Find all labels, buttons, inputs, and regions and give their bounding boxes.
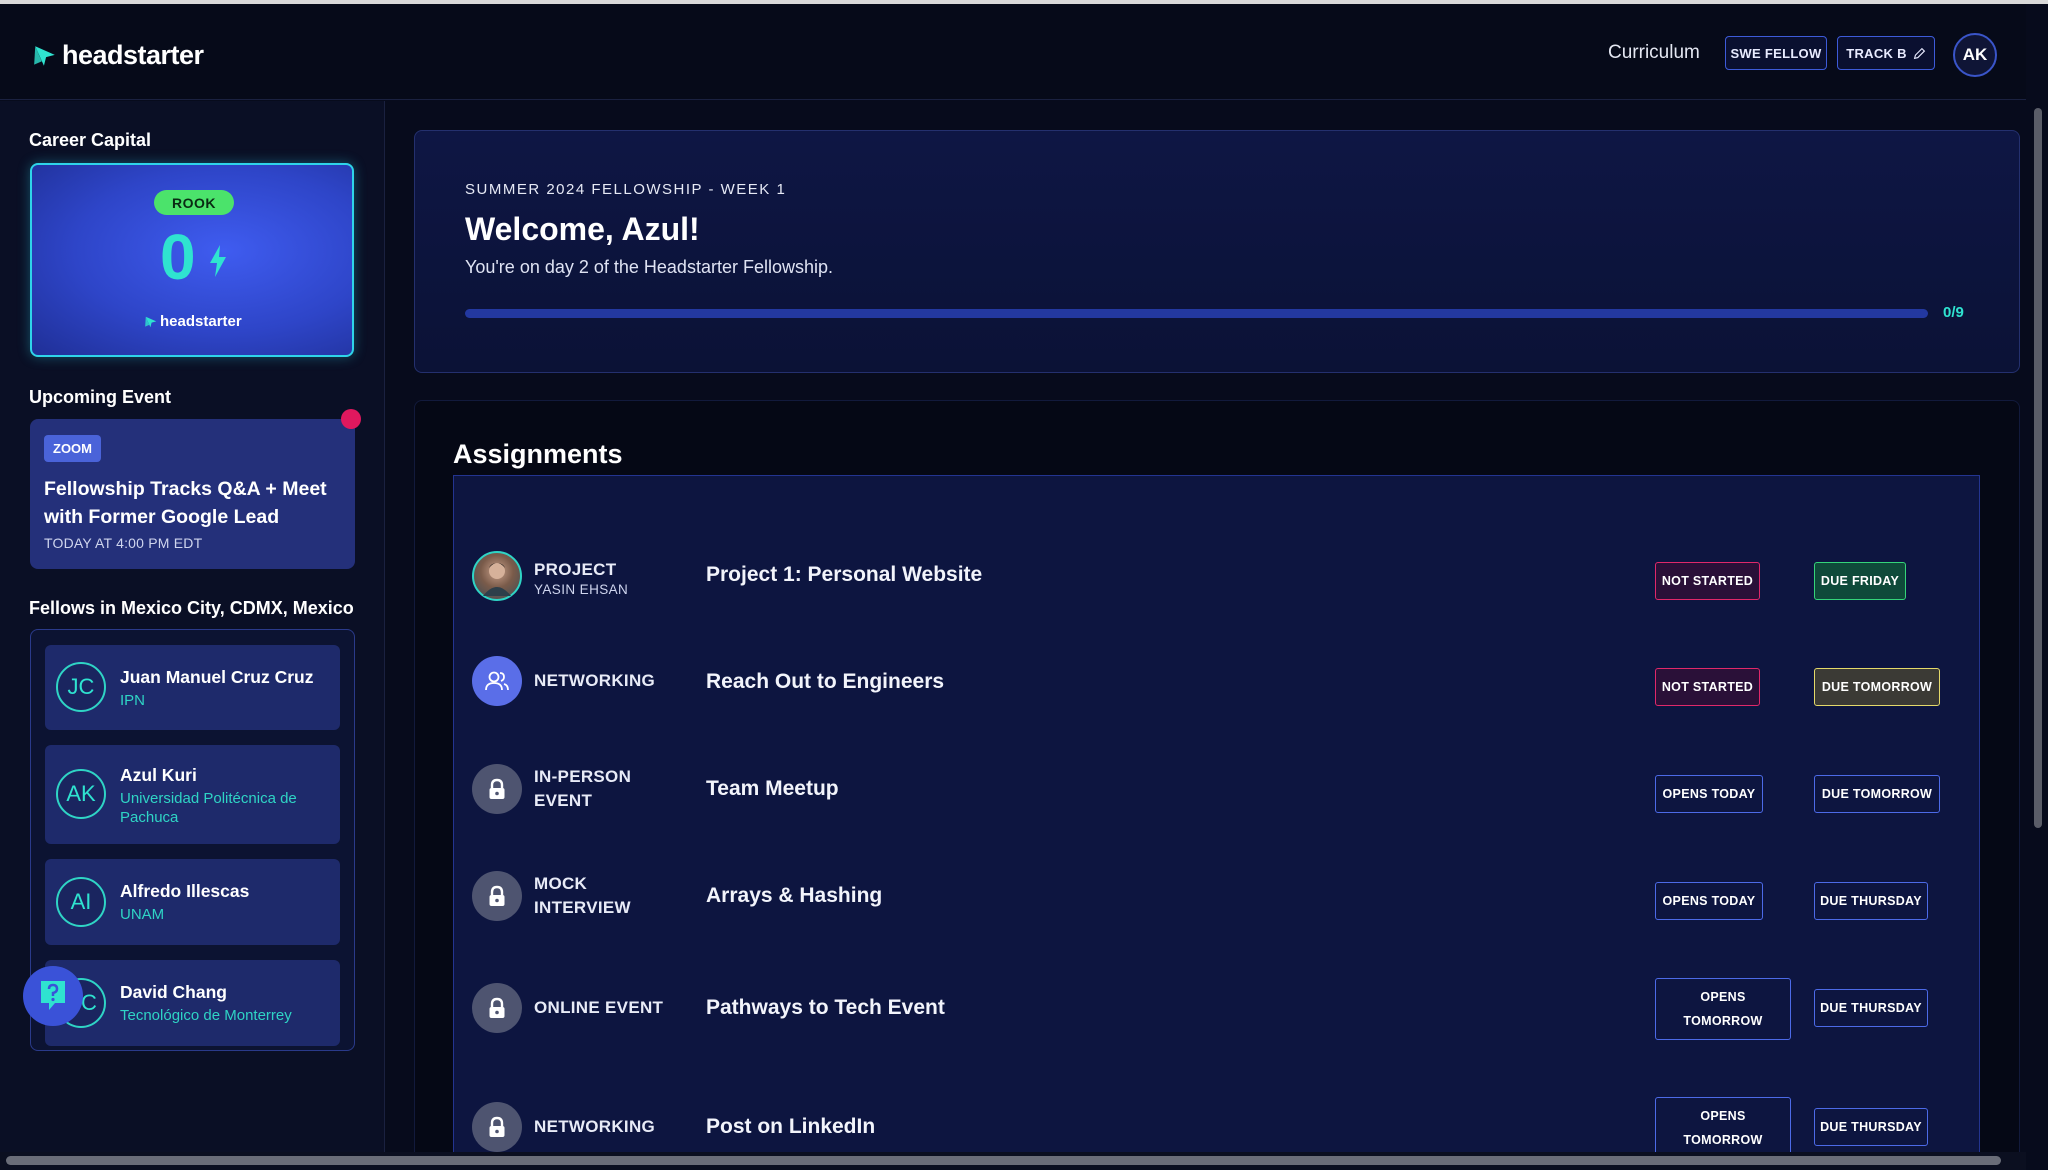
locked-avatar (472, 871, 522, 921)
progress-bar (465, 309, 1928, 318)
logo-text: headstarter (62, 40, 204, 70)
status-badge: OPENS TODAY (1655, 882, 1763, 920)
event-time: TODAY AT 4:00 PM EDT (44, 535, 203, 551)
progress-label: 0/9 (1943, 304, 1964, 321)
star-logo-icon (34, 45, 55, 66)
card-brand-logo: headstarter (144, 313, 242, 330)
networking-avatar (472, 656, 522, 706)
due-badge: DUE THURSDAY (1814, 882, 1928, 920)
vertical-scrollbar[interactable] (2034, 108, 2042, 828)
people-icon (485, 671, 509, 691)
assignment-row[interactable]: PROJECT YASIN EHSAN Project 1: Personal … (454, 524, 1981, 624)
track-button[interactable]: TRACK B (1837, 36, 1935, 70)
top-header: headstarter Curriculum SWE FELLOW TRACK … (0, 4, 2026, 100)
assignment-row[interactable]: MOCK INTERVIEW Arrays & Hashing OPENS TO… (454, 844, 1981, 944)
lock-icon (489, 997, 505, 1018)
status-badge: OPENS TOMORROW (1655, 1097, 1791, 1159)
due-badge: DUE TOMORROW (1814, 668, 1940, 706)
assignments-heading: Assignments (453, 439, 623, 469)
fellow-avatar: AK (56, 769, 106, 819)
fellows-heading: Fellows in Mexico City, CDMX, Mexico (29, 598, 354, 618)
card-brand-text: headstarter (160, 313, 242, 330)
user-avatar[interactable]: AK (1953, 33, 1997, 77)
lock-icon (489, 778, 505, 799)
fellow-avatar: AI (56, 877, 106, 927)
due-badge: DUE THURSDAY (1814, 989, 1928, 1027)
status-badge: OPENS TOMORROW (1655, 978, 1791, 1040)
fellow-school: IPN (120, 692, 146, 709)
fellow-school: Universidad Politécnica de Pachuca (120, 790, 297, 826)
assignments-card: Assignments PROJECT YASIN EHSAN Project … (414, 400, 2020, 1170)
assignment-row[interactable]: IN-PERSON EVENT Team Meetup OPENS TODAY … (454, 737, 1981, 837)
locked-avatar (472, 983, 522, 1033)
assignment-type: ONLINE EVENT (534, 998, 664, 1017)
fellowship-week-label: SUMMER 2024 FELLOWSHIP - WEEK 1 (465, 181, 787, 198)
fellow-name: Azul Kuri (120, 765, 197, 785)
career-capital-score: 0 (160, 221, 196, 293)
assignment-type: PROJECT (534, 560, 617, 579)
assignment-row[interactable]: ONLINE EVENT Pathways to Tech Event OPEN… (454, 956, 1981, 1056)
assignment-type: MOCK INTERVIEW (534, 874, 631, 917)
fellow-name: David Chang (120, 982, 227, 1002)
status-badge: NOT STARTED (1655, 562, 1760, 600)
swe-fellow-label: SWE FELLOW (1730, 45, 1822, 61)
assignment-title[interactable]: Pathways to Tech Event (706, 996, 945, 1020)
career-capital-heading: Career Capital (29, 130, 152, 150)
assignment-title[interactable]: Reach Out to Engineers (706, 670, 944, 694)
upcoming-event-heading: Upcoming Event (29, 387, 172, 407)
fellow-card[interactable]: AK Azul Kuri Universidad Politécnica de … (45, 745, 340, 844)
welcome-card: SUMMER 2024 FELLOWSHIP - WEEK 1 Welcome,… (414, 130, 2020, 373)
assignment-mentor: YASIN EHSAN (534, 582, 629, 597)
upcoming-event-card[interactable]: ZOOM Fellowship Tracks Q&A + Meet with F… (30, 409, 361, 569)
event-title: Fellowship Tracks Q&A + Meet with Former… (44, 478, 327, 528)
locked-avatar (472, 764, 522, 814)
fellow-card[interactable]: AI Alfredo Illescas UNAM (45, 859, 340, 945)
assignment-type: NETWORKING (534, 671, 656, 690)
help-button[interactable] (23, 966, 83, 1026)
person-photo-icon (483, 563, 511, 596)
fellow-school: UNAM (120, 906, 165, 923)
track-label: TRACK B (1846, 45, 1907, 61)
fellow-card[interactable]: DC David Chang Tecnológico de Monterrey (45, 960, 340, 1046)
rank-badge: ROOK (154, 190, 234, 215)
assignment-row[interactable]: NETWORKING Reach Out to Engineers NOT ST… (454, 631, 1981, 731)
mentor-avatar (472, 551, 522, 601)
star-logo-icon (145, 316, 157, 327)
due-badge: DUE THURSDAY (1814, 1108, 1928, 1146)
assignment-title[interactable]: Project 1: Personal Website (706, 563, 982, 587)
due-badge: DUE TOMORROW (1814, 775, 1940, 813)
status-badge: OPENS TODAY (1655, 775, 1763, 813)
fellow-card[interactable]: JC Juan Manuel Cruz Cruz IPN (45, 645, 340, 730)
horizontal-scrollbar[interactable] (6, 1156, 2001, 1165)
assignment-type: IN-PERSON EVENT (534, 767, 632, 810)
assignment-title[interactable]: Team Meetup (706, 777, 839, 801)
assignment-title[interactable]: Post on LinkedIn (706, 1115, 875, 1139)
fellow-avatar: JC (56, 662, 106, 712)
due-badge: DUE FRIDAY (1814, 562, 1906, 600)
fellow-name: Juan Manuel Cruz Cruz (120, 667, 314, 687)
notification-dot (341, 409, 361, 429)
lock-icon (489, 885, 505, 906)
status-badge: NOT STARTED (1655, 668, 1760, 706)
event-platform-badge: ZOOM (44, 435, 101, 462)
locked-avatar (472, 1102, 522, 1152)
headstarter-logo[interactable]: headstarter (32, 40, 204, 71)
assignment-type: NETWORKING (534, 1117, 656, 1136)
help-chat-icon (41, 981, 65, 1010)
swe-fellow-button[interactable]: SWE FELLOW (1725, 36, 1827, 70)
assignment-title[interactable]: Arrays & Hashing (706, 884, 882, 908)
welcome-title: Welcome, Azul! (465, 211, 700, 247)
lock-icon (489, 1116, 505, 1137)
career-capital-card[interactable]: ROOK 0 headstarter (30, 163, 354, 357)
nav-curriculum-link[interactable]: Curriculum (1608, 42, 1700, 64)
welcome-subtitle: You're on day 2 of the Headstarter Fello… (465, 257, 833, 277)
fellow-name: Alfredo Illescas (120, 881, 250, 901)
pencil-icon (1913, 47, 1925, 59)
fellow-school: Tecnológico de Monterrey (120, 1007, 292, 1024)
assignments-list: PROJECT YASIN EHSAN Project 1: Personal … (453, 475, 1980, 1170)
lightning-bolt-icon (210, 245, 226, 277)
